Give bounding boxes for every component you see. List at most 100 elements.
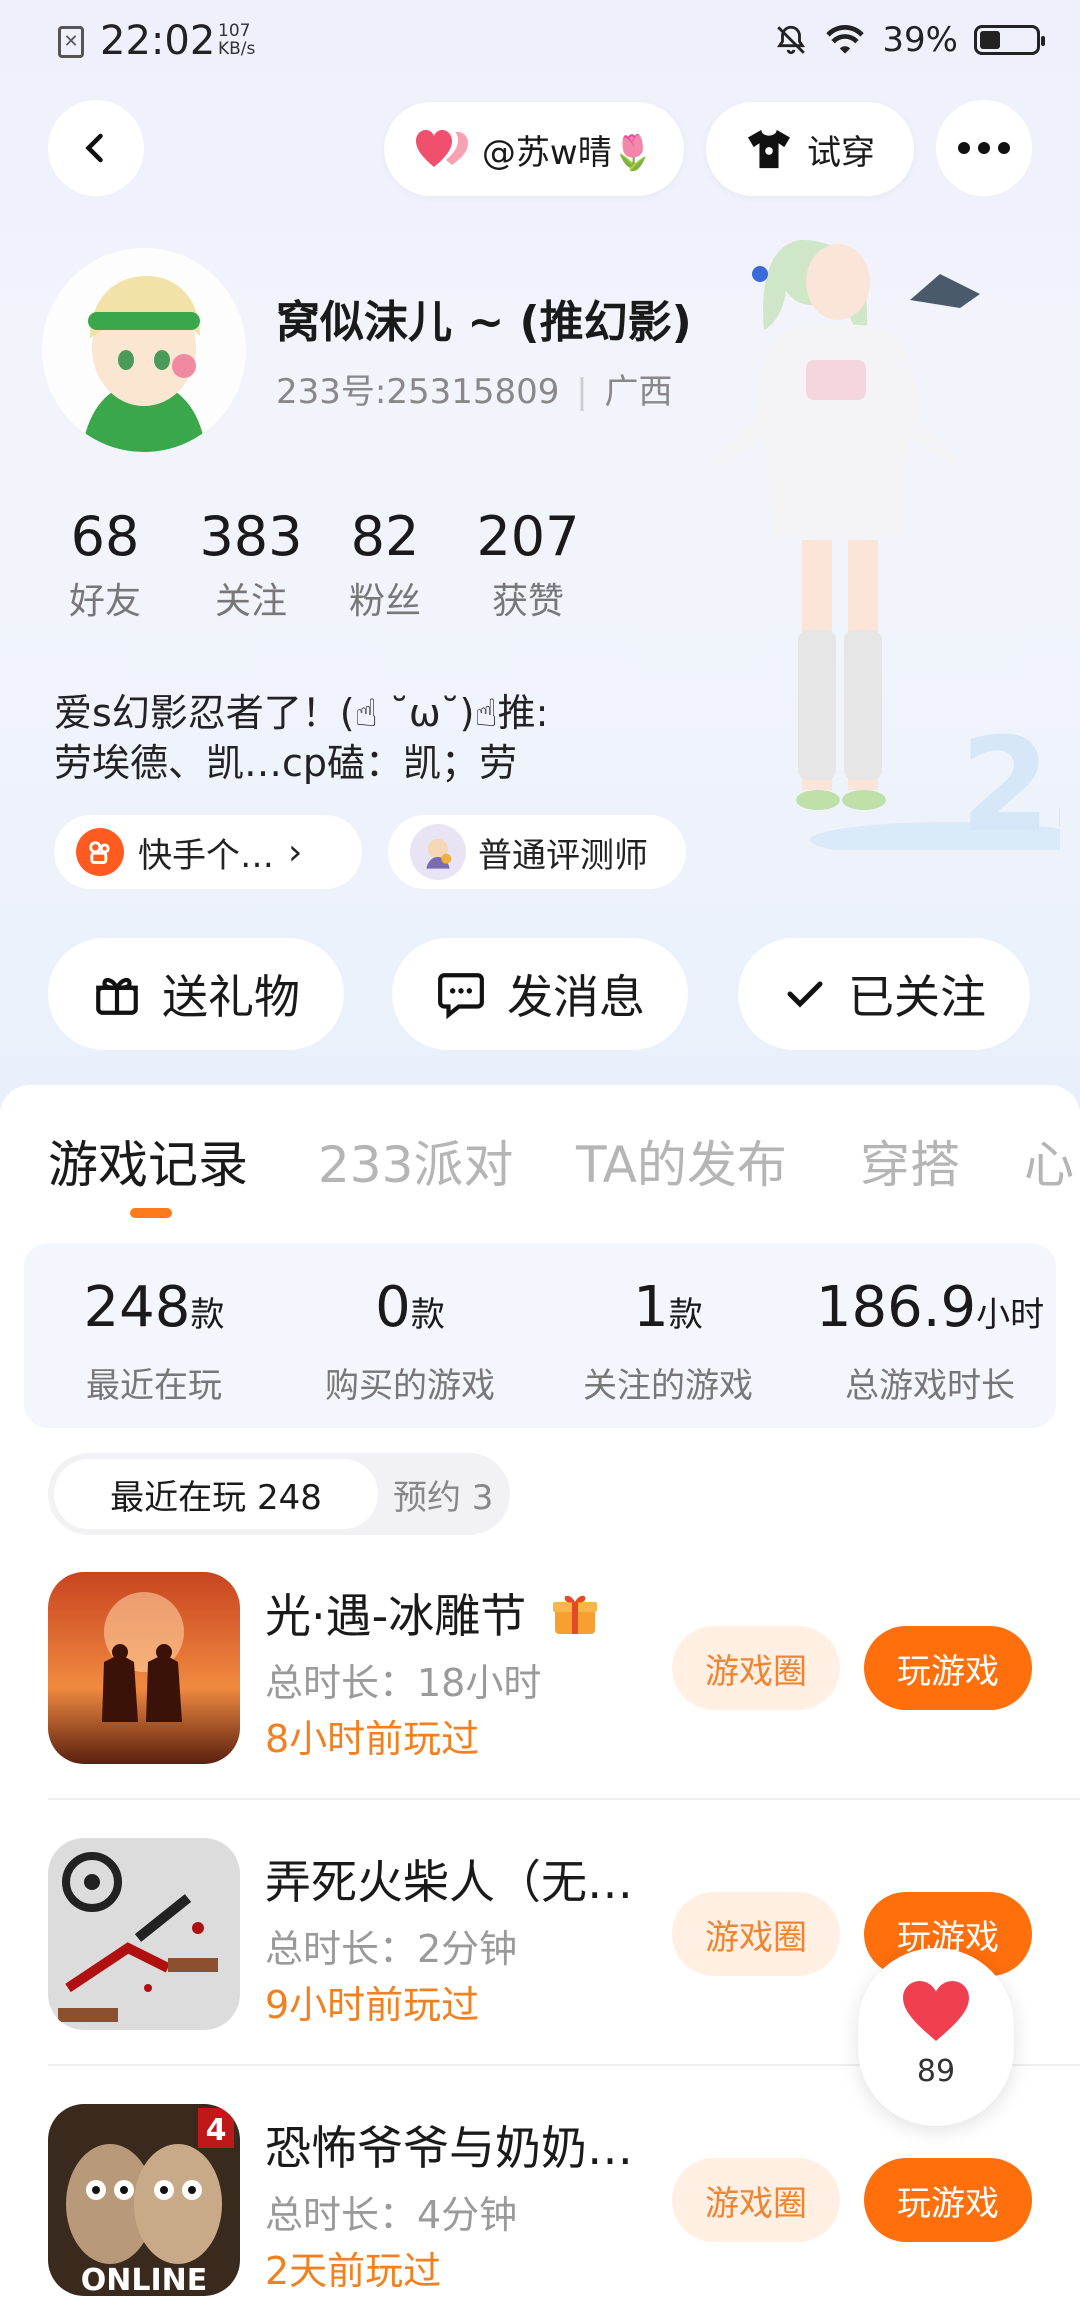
game-item[interactable]: 光·遇-冰雕节 总时长：18小时 8小时前玩过 游戏圈 玩游戏 <box>0 1572 1080 1772</box>
heart-icon <box>903 1981 969 2041</box>
game-duration: 总时长：18小时 <box>265 1661 542 1705</box>
message-icon <box>438 973 484 1019</box>
network-speed: 107 KB/s <box>218 22 255 58</box>
tab-indicator <box>130 1208 172 1218</box>
action-label: 发消息 <box>507 970 645 1024</box>
game-icon-granny: 4 ONLINE <box>48 2104 240 2296</box>
tab-more[interactable]: 心 <box>1024 1125 1074 1197</box>
stat-unit: 款 <box>410 1295 445 1335</box>
stat-value: 248 <box>83 1275 191 1340</box>
game-circle-button[interactable]: 游戏圈 <box>672 2158 840 2242</box>
game-title: 恐怖爷爷与奶奶… <box>265 2121 633 2175</box>
couple-button[interactable]: @苏w晴🌷 <box>384 102 684 196</box>
action-label: 已关注 <box>848 970 986 1024</box>
chevron-right-icon: › <box>288 831 303 873</box>
profile-uid-region: 233号:25315809 | 广西 <box>276 372 673 412</box>
like-count: 89 <box>916 2054 956 2089</box>
speed-unit: KB/s <box>218 39 256 59</box>
game-duration: 总时长：2分钟 <box>265 1927 518 1971</box>
game-stat-followed[interactable]: 1款 关注的游戏 <box>568 1275 768 1407</box>
game-icon-sky <box>48 1572 240 1764</box>
stat-likes[interactable]: 207 获赞 <box>468 505 588 624</box>
stat-unit: 款 <box>668 1295 703 1335</box>
stat-label: 总游戏时长 <box>845 1366 1015 1406</box>
try-on-label: 试穿 <box>807 132 875 173</box>
try-on-button[interactable]: 试穿 <box>706 102 914 196</box>
tab-233-party[interactable]: 233派对 <box>318 1125 513 1197</box>
profile-uid: 233号:25315809 <box>276 372 560 412</box>
action-label: 送礼物 <box>162 970 300 1024</box>
stat-label: 关注 <box>214 581 287 622</box>
tag-reviewer[interactable]: 普通评测师 <box>388 815 686 889</box>
send-message-button[interactable]: 发消息 <box>392 938 688 1050</box>
game-title: 光·遇-冰雕节 <box>265 1580 599 1646</box>
svg-text:233: 233 <box>960 709 1060 850</box>
more-button[interactable] <box>936 100 1032 196</box>
back-button[interactable] <box>48 100 144 196</box>
back-arrow-icon <box>85 133 103 163</box>
couple-label: @苏w晴🌷 <box>481 132 655 173</box>
game-icon-stickman <box>48 1838 240 2030</box>
stat-label: 关注的游戏 <box>583 1366 753 1406</box>
stat-value: 186.9 <box>815 1275 977 1340</box>
game-circle-button[interactable]: 游戏圈 <box>672 1892 840 1976</box>
stat-label: 购买的游戏 <box>325 1366 495 1406</box>
stat-fans[interactable]: 82 粉丝 <box>332 505 438 624</box>
tab-game-records[interactable]: 游戏记录 <box>48 1125 248 1197</box>
tag-label: 快手个… <box>138 835 274 876</box>
stat-friends[interactable]: 68 好友 <box>50 505 160 624</box>
profile-region: 广西 <box>604 372 673 412</box>
tab-posts[interactable]: TA的发布 <box>576 1125 787 1197</box>
mute-bell-icon <box>777 25 806 55</box>
double-heart-icon <box>415 130 468 167</box>
stat-value: 383 <box>199 505 303 568</box>
battery-percent: 39% <box>882 20 958 60</box>
more-dots-icon <box>958 142 1010 154</box>
followed-button[interactable]: 已关注 <box>738 938 1030 1050</box>
game-list-segment: 最近在玩 248 预约 3 <box>48 1453 510 1535</box>
stat-value: 207 <box>476 505 580 568</box>
like-floating-button[interactable]: 89 <box>858 1948 1014 2126</box>
wifi-icon <box>826 25 865 54</box>
gift-badge-icon <box>552 1595 597 1634</box>
reviewer-badge-icon <box>410 824 466 880</box>
avatar[interactable] <box>42 248 246 452</box>
play-game-button[interactable]: 玩游戏 <box>864 2158 1032 2242</box>
tshirt-icon <box>748 129 790 169</box>
avatar-3d-character[interactable]: 233 <box>700 210 1060 850</box>
check-icon <box>787 981 823 1008</box>
send-gift-button[interactable]: 送礼物 <box>48 938 344 1050</box>
status-time: 22:02 <box>100 18 216 64</box>
bio-line: 爱s幻影忍者了！(☝ ˘ω˘)☝推: <box>54 691 549 735</box>
game-stat-recent[interactable]: 248款 最近在玩 <box>54 1275 254 1407</box>
tab-outfits[interactable]: 穿搭 <box>860 1125 960 1197</box>
tag-label: 普通评测师 <box>478 835 648 876</box>
divider <box>48 1798 1080 1800</box>
game-item[interactable]: 4 ONLINE 恐怖爷爷与奶奶… 总时长：4分钟 2天前玩过 游戏圈 玩游戏 <box>0 2104 1080 2304</box>
play-game-button[interactable]: 玩游戏 <box>864 1626 1032 1710</box>
profile-name: 窝似沫儿 ~ (推幻影) <box>276 297 692 348</box>
stat-label: 粉丝 <box>348 581 421 622</box>
stat-unit: 款 <box>190 1295 225 1335</box>
tag-kuaishou[interactable]: 快手个… › <box>54 815 362 889</box>
game-circle-button[interactable]: 游戏圈 <box>672 1626 840 1710</box>
stat-label: 最近在玩 <box>86 1366 222 1406</box>
game-title: 弄死火柴人（无… <box>265 1855 633 1909</box>
segment-reserved[interactable]: 预约 3 <box>393 1459 493 1529</box>
game-stat-purchased[interactable]: 0款 购买的游戏 <box>310 1275 510 1407</box>
status-bar: ✕ 22:02 107 KB/s 39% <box>0 0 1080 84</box>
stat-label: 好友 <box>68 581 141 622</box>
notification-icon: ✕ <box>58 26 84 58</box>
game-stat-total-time[interactable]: 186.9小时 总游戏时长 <box>810 1275 1050 1407</box>
game-last-played: 9小时前玩过 <box>265 1983 480 2027</box>
stat-unit: 小时 <box>976 1295 1045 1335</box>
game-last-played: 2天前玩过 <box>265 2249 442 2293</box>
stat-value: 82 <box>350 505 420 568</box>
stat-value: 68 <box>70 505 140 568</box>
battery-icon <box>974 25 1045 55</box>
game-title-text: 光·遇-冰雕节 <box>265 1589 527 1643</box>
game-duration: 总时长：4分钟 <box>265 2193 518 2237</box>
stat-following[interactable]: 383 关注 <box>186 505 316 624</box>
segment-recent[interactable]: 最近在玩 248 <box>54 1459 378 1529</box>
kuaishou-icon <box>76 828 124 876</box>
